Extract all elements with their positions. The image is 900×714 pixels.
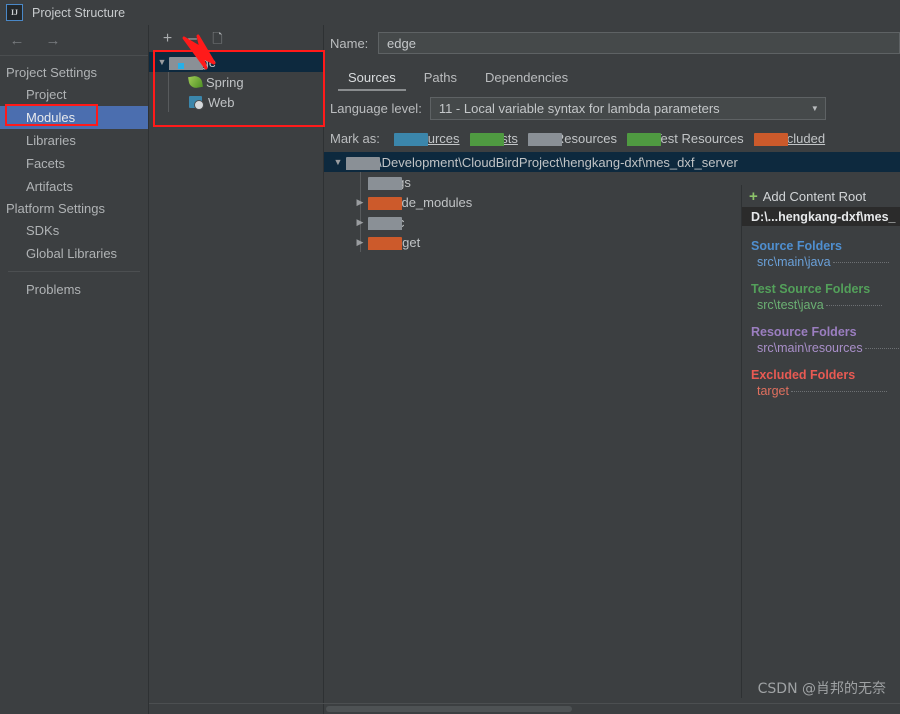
sidebar-item-modules[interactable]: Modules [0,106,148,129]
back-arrow-icon[interactable]: ← [8,31,26,49]
title-bar: IJ Project Structure [0,0,900,25]
folder-gray-icon [368,176,402,190]
forward-arrow-icon[interactable]: → [44,31,62,49]
mark-as-resources-label: Resources [554,130,618,146]
editor-tabs: Sources Paths Dependencies [324,61,900,91]
module-tree-row-spring[interactable]: Spring [149,72,323,92]
sidebar-item-facets[interactable]: Facets [0,152,148,175]
resource-folder-path-text: src\main\resources [757,341,863,355]
sidebar-item-artifacts[interactable]: Artifacts [0,175,148,198]
module-tree-row-edge[interactable]: ▼ edge [149,52,323,72]
sidebar-group-project-settings: Project Settings [6,65,98,80]
modules-panel: + – 🗋 ▼ edge Spring Web [149,25,324,714]
source-folder-path-text: src\main\java [757,255,831,269]
tab-dependencies[interactable]: Dependencies [471,66,582,91]
folder-gray-icon [346,156,380,170]
copy-module-button[interactable]: 🗋 [205,28,230,50]
content-root-header: D:\...hengkang-dxf\mes_ [742,207,900,226]
chevron-down-icon[interactable]: ▼ [330,157,346,167]
mark-as-sources-button[interactable]: Sources [393,131,460,146]
source-folders-path[interactable]: src\main\java [751,255,900,269]
project-structure-dialog: IJ Project Structure ← → Project Setting… [0,0,900,714]
tab-sources[interactable]: Sources [334,66,410,91]
test-source-folders-path[interactable]: src\test\java [751,298,900,312]
sidebar-item-libraries[interactable]: Libraries [0,129,148,152]
language-level-select[interactable]: 11 - Local variable syntax for lambda pa… [429,96,826,120]
module-name-row: Name: [324,25,900,61]
settings-sidebar: ← → Project Settings Project Modules Lib… [0,25,149,714]
module-folder-icon [169,56,203,70]
facet-name-web: Web [208,94,235,110]
modules-toolbar: + – 🗋 [149,25,323,52]
chevron-down-icon: ▼ [810,103,819,113]
folder-sources-icon [393,132,428,146]
folder-resources-icon [527,132,562,146]
test-source-folders-title: Test Source Folders [751,282,871,296]
resource-folders-group: Resource Folders src\main\resources [742,325,900,355]
resource-folders-title: Resource Folders [751,325,857,339]
plus-icon: + [749,187,758,205]
web-icon [189,96,204,110]
test-source-folder-path-text: src\test\java [757,298,824,312]
folder-orange-icon [368,196,402,210]
folder-orange-icon [368,236,402,250]
scrollbar-thumb[interactable] [326,706,572,712]
module-name-input[interactable] [378,32,900,54]
horizontal-scrollbar[interactable] [324,704,900,714]
sidebar-item-global-libraries[interactable]: Global Libraries [0,242,148,265]
sidebar-item-sdks[interactable]: SDKs [0,219,148,242]
sidebar-item-project[interactable]: Project [0,83,148,106]
mark-as-label: Mark as: [330,130,380,146]
test-source-folders-group: Test Source Folders src\test\java [742,282,900,312]
folder-gray-icon [368,216,402,230]
source-folders-group: Source Folders src\main\java [742,239,900,269]
mark-as-test-resources-button[interactable]: Test Resources [627,131,744,146]
language-level-value: 11 - Local variable syntax for lambda pa… [438,100,720,116]
chevron-down-icon[interactable]: ▼ [155,57,169,67]
add-content-root-button[interactable]: + Add Content Root [742,185,900,207]
resource-folders-path[interactable]: src\main\resources [751,341,900,355]
mark-as-test-resources-label: Test Resources [654,130,744,146]
mark-as-tests-button[interactable]: Tests [469,131,518,146]
mark-as-row: Mark as: Sources Tests Resources Test Re… [324,125,900,151]
excluded-folder-path-text: target [757,384,789,398]
sidebar-item-problems[interactable]: Problems [0,278,148,301]
mark-as-resources-button[interactable]: Resources [527,130,618,146]
chevron-right-icon[interactable]: ▶ [352,217,368,228]
sidebar-navigation: ← → [0,25,148,56]
mark-as-excluded-button[interactable]: Excluded [753,131,825,146]
name-label: Name: [330,35,369,51]
excluded-folders-path[interactable]: target [751,384,900,398]
language-level-label: Language level: [330,100,422,116]
sidebar-divider [8,271,140,272]
modules-tree: ▼ edge Spring Web [149,52,323,112]
watermark: CSDN @肖邦的无奈 [757,681,886,697]
source-folders-title: Source Folders [751,239,842,253]
module-tree-row-web[interactable]: Web [149,92,323,112]
content-root-path: D:\Development\CloudBirdProject\hengkang… [365,154,738,170]
content-roots-panel: + Add Content Root D:\...hengkang-dxf\me… [741,185,900,698]
folder-excluded-icon [753,132,788,146]
intellij-logo-icon: IJ [6,4,23,21]
remove-module-button[interactable]: – [180,28,205,50]
sidebar-group-platform-settings: Platform Settings [6,201,105,216]
excluded-folders-group: Excluded Folders target [742,368,900,398]
chevron-right-icon[interactable]: ▶ [352,197,368,208]
language-level-row: Language level: 11 - Local variable synt… [324,91,900,125]
folder-tests-icon [469,132,504,146]
folder-test-resources-icon [627,132,662,146]
spring-leaf-icon [188,74,203,90]
chevron-right-icon[interactable]: ▶ [352,237,368,248]
add-content-root-label: Add Content Root [762,188,867,204]
facet-name-spring: Spring [206,74,244,90]
window-title: Project Structure [32,5,126,20]
add-module-button[interactable]: + [155,28,180,50]
tab-paths[interactable]: Paths [410,66,471,91]
content-tree-row-root[interactable]: ▼ D:\Development\CloudBirdProject\hengka… [324,152,900,172]
excluded-folders-title: Excluded Folders [751,368,856,382]
